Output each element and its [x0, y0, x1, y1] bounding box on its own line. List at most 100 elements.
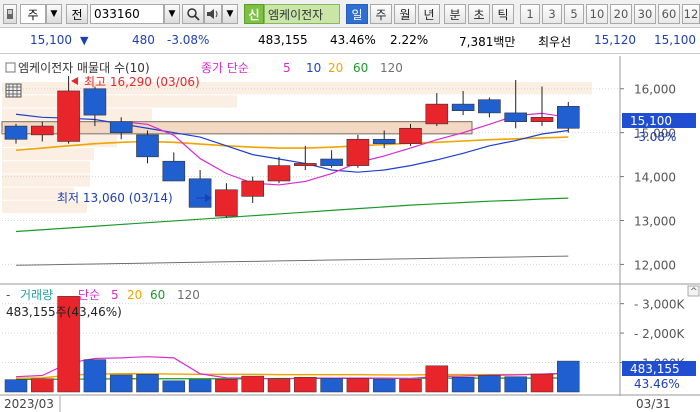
tab-daily[interactable]: 일 — [346, 4, 368, 24]
price-tick-label: 13,000 — [634, 215, 676, 229]
period-label: 30 — [637, 7, 653, 21]
candle-body — [30, 125, 54, 136]
volume-tick-label: - 3,000K — [634, 298, 685, 312]
credit-badge-label: 신 — [248, 7, 260, 22]
volume-bar — [4, 379, 28, 393]
period-button-120[interactable]: 12 — [682, 4, 700, 24]
candle-body — [4, 125, 28, 140]
tab-label: 분 — [449, 7, 461, 22]
volume-bar — [294, 377, 317, 393]
settings-icon[interactable] — [3, 4, 17, 24]
mode-label: 전 — [71, 7, 83, 22]
tab-label: 주 — [375, 7, 387, 22]
last-volume-pct-label: 43.46% — [634, 377, 680, 391]
period-button-60[interactable]: 60 — [658, 4, 680, 24]
stock-name-field: 엠케이전자 — [264, 4, 340, 24]
sound-dropdown-button[interactable]: ▼ — [222, 4, 238, 24]
tab-label: 틱 — [497, 7, 509, 22]
stock-code-value: 033160 — [94, 7, 140, 21]
chevron-up-icon: ^ — [690, 287, 698, 297]
volume-bar — [346, 378, 370, 393]
tab-label: 월 — [399, 7, 411, 22]
turnover-rate: 2.22% — [390, 33, 429, 47]
max-price-label: 최고 16,290 (03/06) — [84, 75, 200, 89]
candle-body — [215, 189, 238, 217]
chart-area[interactable]: 엠케이전자 매물대 수(10) 종가 단순 5 10 20 60 120 최고 16,290 … — [0, 56, 700, 412]
market-select[interactable]: 주 — [20, 4, 46, 24]
speaker-icon — [207, 9, 218, 19]
period-label: 5 — [570, 7, 578, 21]
candle-body — [188, 178, 212, 208]
period-button-20[interactable]: 20 — [610, 4, 632, 24]
price-change: 480 — [132, 33, 155, 47]
price-legend-ma-10: 10 — [306, 61, 321, 75]
volume-value-label: 483,155주(43,46%) — [6, 305, 122, 319]
volume-legend-ma-5: 5 — [111, 288, 119, 302]
last-volume-label: 483,155 — [630, 362, 680, 376]
volume-bar — [504, 376, 527, 393]
volume-bar — [136, 374, 159, 393]
volume-bar — [83, 359, 107, 393]
period-button-1[interactable]: 1 — [520, 4, 540, 24]
tab-minute[interactable]: 분 — [444, 4, 466, 24]
tab-monthly[interactable]: 월 — [394, 4, 416, 24]
candle-body — [162, 160, 186, 182]
period-button-5[interactable]: 5 — [564, 4, 584, 24]
min-price-label: 최저 13,060 (03/14) — [57, 191, 173, 205]
chevron-down-icon: ▼ — [226, 9, 234, 19]
market-dropdown-button[interactable]: ▼ — [46, 4, 62, 24]
volume-profile-bar — [2, 174, 90, 187]
candle-body — [136, 134, 159, 158]
x-axis-start-label: 2023/03 — [4, 397, 54, 411]
table-icon[interactable] — [5, 83, 22, 98]
tab-yearly[interactable]: 년 — [418, 4, 440, 24]
period-button-30[interactable]: 30 — [634, 4, 656, 24]
tab-second[interactable]: 초 — [468, 4, 490, 24]
price-legend-ma-20: 20 — [328, 61, 343, 75]
stock-name: 엠케이전자 — [268, 7, 324, 22]
mode-button[interactable]: 전 — [66, 4, 88, 24]
candle-body — [346, 138, 370, 166]
volume-bar — [241, 375, 264, 393]
code-dropdown-button[interactable]: ▼ — [164, 4, 180, 24]
price-legend-ma-5: 5 — [283, 61, 291, 75]
price-legend-ma-120: 120 — [380, 61, 403, 75]
search-button[interactable] — [182, 4, 204, 24]
last-price-label: 15,100 — [630, 114, 672, 128]
stock-code-input[interactable]: 033160 — [90, 4, 164, 24]
volume-bar — [451, 377, 475, 393]
tab-weekly[interactable]: 주 — [370, 4, 392, 24]
trade-amount: 7,381백만 — [459, 35, 516, 49]
volume-bar — [31, 378, 54, 393]
volume-profile-bar — [2, 95, 237, 108]
price-volume-chart[interactable]: 엠케이전자 매물대 수(10) 종가 단순 5 10 20 60 120 최고 16,290 … — [0, 56, 700, 412]
best-ask: 15,120 — [594, 33, 636, 47]
volume-legend-ma-label: 단순 — [78, 288, 100, 302]
price-tick-label: 12,000 — [634, 258, 676, 272]
period-button-10[interactable]: 10 — [586, 4, 608, 24]
price-legend-name: 엠케이전자 매물대 수(10) — [18, 61, 150, 75]
tab-tick[interactable]: 틱 — [492, 4, 514, 24]
volume-tick-label: - 2,000K — [634, 327, 685, 341]
candle-body — [556, 106, 580, 129]
volume-profile-bar — [2, 148, 94, 161]
volume-legend-name: 거래량 — [20, 288, 53, 302]
period-button-3[interactable]: 3 — [542, 4, 562, 24]
period-label: 3 — [548, 7, 556, 21]
period-label: 60 — [661, 7, 677, 21]
volume-legend-dash: - — [6, 288, 10, 302]
volume-bar — [557, 360, 580, 393]
volume-ratio: 43.46% — [330, 33, 376, 47]
tab-label: 초 — [473, 7, 485, 22]
sound-button[interactable] — [204, 4, 222, 24]
candle-body — [267, 165, 291, 182]
market-value: 주 — [27, 7, 39, 22]
volume-legend-ma-120: 120 — [177, 288, 200, 302]
volume-legend-ma-20: 20 — [127, 288, 142, 302]
candle-body — [504, 112, 528, 122]
stock-chart-window: 주 ▼ 전 033160 ▼ ▼ 신 엠케이전자 일 주 월 년 분 초 틱 1… — [0, 0, 700, 412]
period-label: 10 — [589, 7, 605, 21]
candle-body — [241, 180, 264, 197]
volume-bar — [530, 373, 554, 393]
candle-body — [399, 127, 422, 144]
